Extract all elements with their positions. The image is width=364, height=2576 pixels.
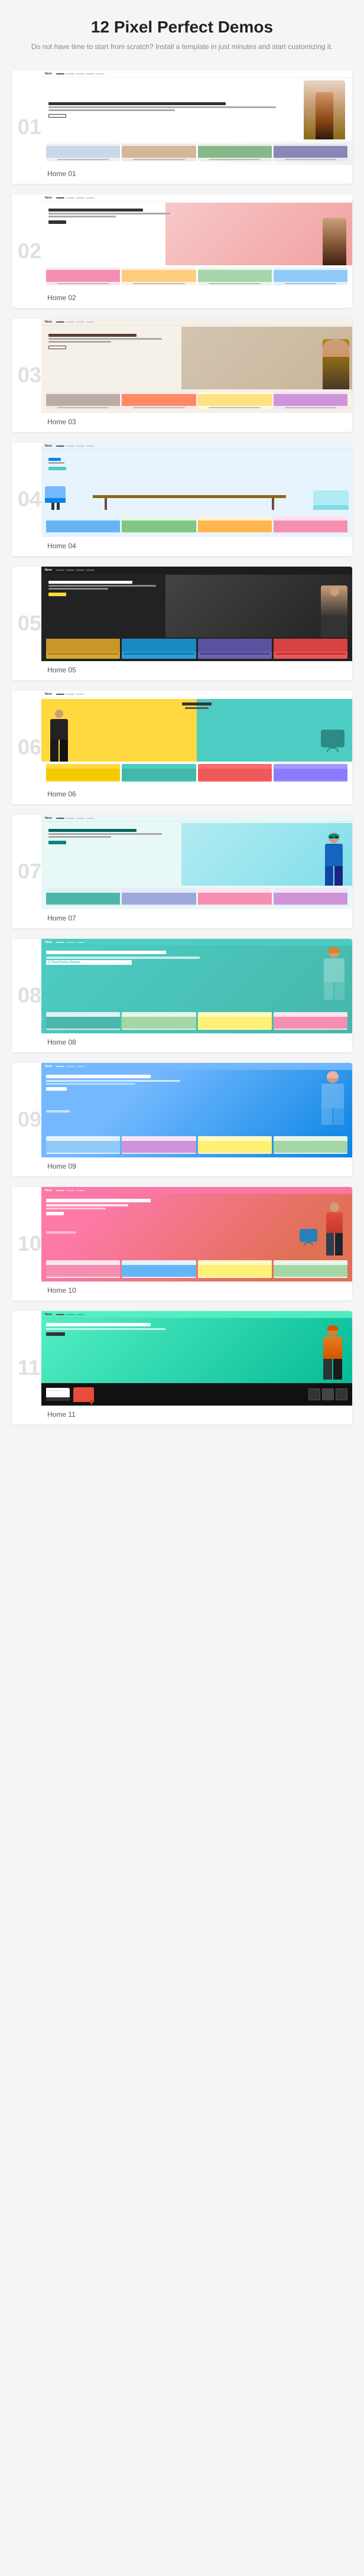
demo-number-08: 08 xyxy=(12,939,41,1052)
mini-nav: Neve xyxy=(41,70,352,77)
demo-label-09: Home 09 xyxy=(41,1157,352,1176)
demo-number-03: 03 xyxy=(12,318,41,432)
demo-label-07: Home 07 xyxy=(41,909,352,928)
demo-preview-05: Neve xyxy=(41,567,352,661)
demo-preview-07: Neve xyxy=(41,815,352,909)
demo-item-03[interactable]: 03 Neve xyxy=(12,318,352,432)
demo-number-04: 04 xyxy=(12,443,41,556)
demo-label-10: Home 10 xyxy=(41,1282,352,1300)
demo-item-10[interactable]: 10 Neve xyxy=(12,1187,352,1300)
demo-label-06: Home 06 xyxy=(41,785,352,804)
page-wrapper: 12 Pixel Perfect Demos Do not have time … xyxy=(0,0,364,1453)
page-title: 12 Pixel Perfect Demos xyxy=(12,18,352,37)
demo-label-03: Home 03 xyxy=(41,413,352,432)
demo-label-08: Home 08 xyxy=(41,1033,352,1052)
demo-label-05: Home 05 xyxy=(41,661,352,680)
demo-label-04: Home 04 xyxy=(41,537,352,556)
demo-preview-04: Neve xyxy=(41,443,352,537)
demo-item-09[interactable]: 09 Neve xyxy=(12,1063,352,1176)
demo-preview-09: Neve xyxy=(41,1063,352,1157)
demo-preview-02: Neve xyxy=(41,194,352,289)
page-subtitle: Do not have time to start from scratch? … xyxy=(12,41,352,53)
demo-number-01: 01 xyxy=(12,70,41,184)
demo-number-09: 09 xyxy=(12,1063,41,1176)
demo-preview-03: Neve xyxy=(41,318,352,413)
demo-number-02: 02 xyxy=(12,194,41,308)
products-row xyxy=(41,142,352,162)
demo-item-08[interactable]: 08 Neve xyxy=(12,939,352,1052)
demo-item-01[interactable]: 01 Neve xyxy=(12,70,352,184)
demo-label-11: Home 11 xyxy=(41,1406,352,1424)
demo-item-07[interactable]: 07 Neve xyxy=(12,815,352,928)
demo-label-01: Home 01 xyxy=(41,165,352,184)
demo-item-06[interactable]: 06 Neve xyxy=(12,691,352,804)
demo-preview-06: Neve xyxy=(41,691,352,785)
demo-label-02: Home 02 xyxy=(41,289,352,308)
demo-preview-08: Neve xyxy=(41,939,352,1033)
demo-number-11: 11 xyxy=(12,1311,41,1424)
hero-section xyxy=(41,79,352,141)
demo-item-05[interactable]: 05 Neve xyxy=(12,567,352,680)
demo-number-07: 07 xyxy=(12,815,41,928)
demo-item-02[interactable]: 02 Neve xyxy=(12,194,352,308)
demo-preview-01: Neve xyxy=(41,70,352,165)
demo-preview-11: Neve xyxy=(41,1311,352,1406)
demo-preview-10: Neve xyxy=(41,1187,352,1282)
demo-number-06: 06 xyxy=(12,691,41,804)
demo-item-11[interactable]: 11 Neve xyxy=(12,1311,352,1424)
demo-number-05: 05 xyxy=(12,567,41,680)
demo-item-04[interactable]: 04 Neve xyxy=(12,443,352,556)
demo-number-10: 10 xyxy=(12,1187,41,1300)
page-header: 12 Pixel Perfect Demos Do not have time … xyxy=(12,18,352,53)
